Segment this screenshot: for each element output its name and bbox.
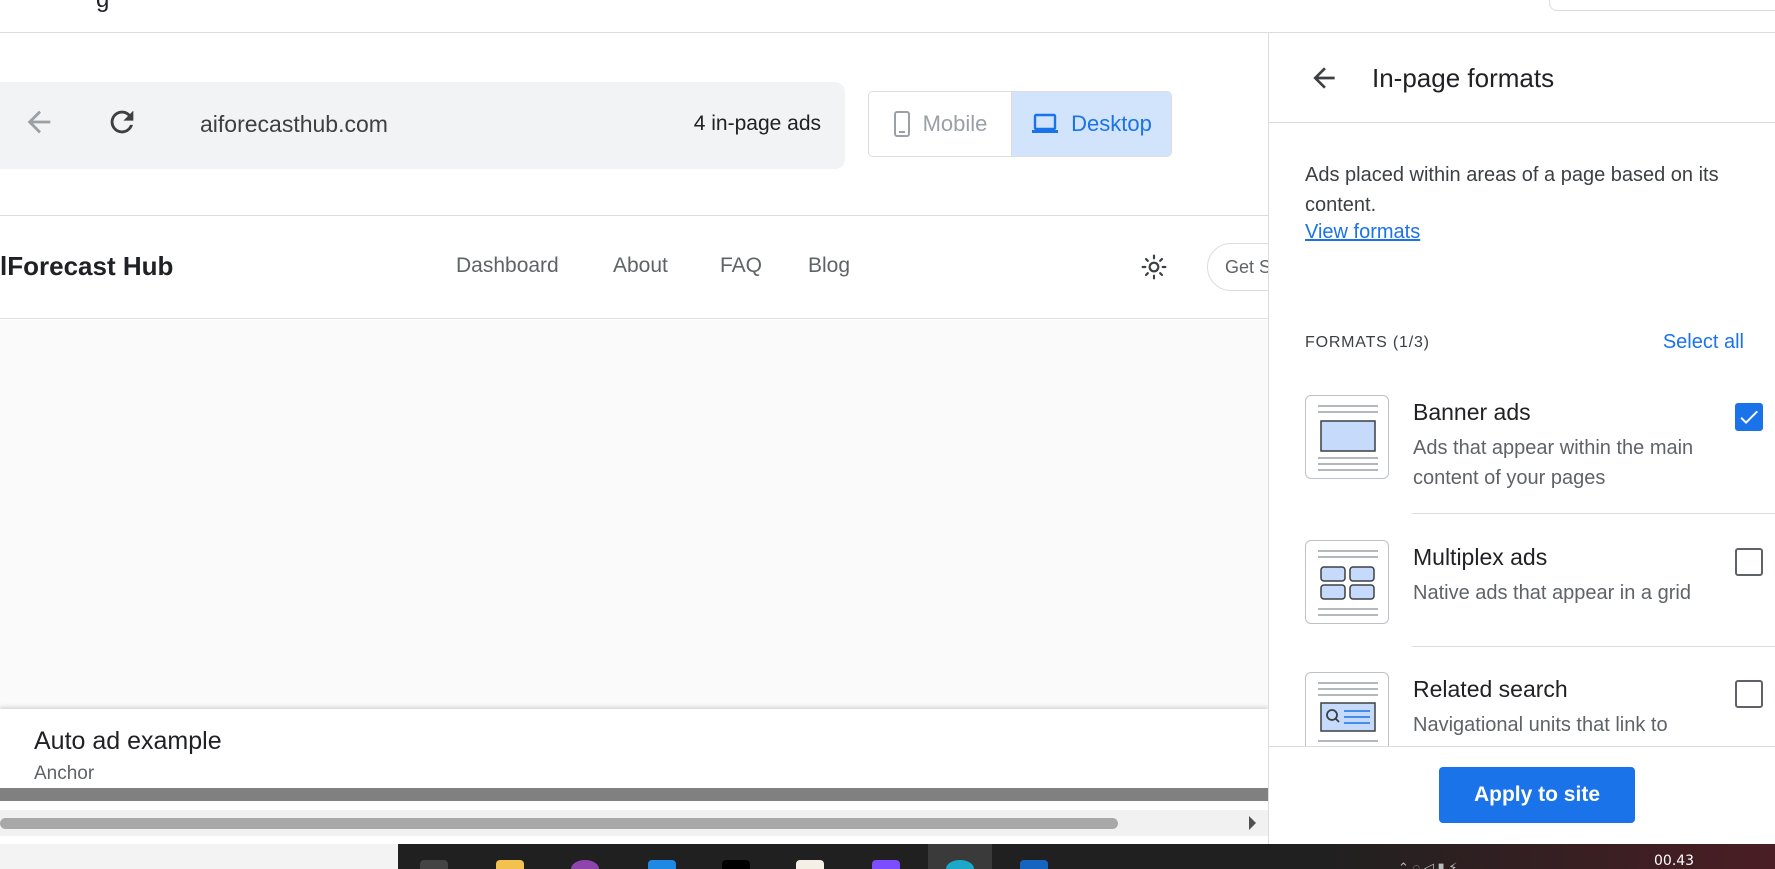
app-icon[interactable] [722,860,750,869]
panel-title: In-page formats [1372,63,1555,93]
related-search-checkbox[interactable] [1735,680,1763,708]
taskbar-tray-area [1320,844,1775,869]
app-window: g aiforecasthub.com 4 in-page ads Mobile [0,0,1775,869]
nav-faq[interactable]: FAQ [720,254,762,278]
anchor-ad-title: Auto ad example [34,727,222,755]
panel-header: In-page formats [1269,33,1775,123]
outlook-icon[interactable] [1020,860,1048,869]
tray-icons[interactable]: ⌃ ◌ ◁ ▮ ⚡ [1398,860,1457,869]
anchor-ad-bar [0,788,1268,801]
multiplex-ads-checkbox[interactable] [1735,548,1763,576]
related-search-thumbnail [1305,672,1389,756]
ad-count: 4 in-page ads [693,112,821,135]
taskbar-search-box[interactable] [0,844,398,869]
laptop-icon [1032,113,1059,133]
multiplex-ads-description: Native ads that appear in a grid [1413,582,1691,604]
banner-ads-description: Ads that appear within the main content … [1413,437,1694,489]
panel-description: Ads placed within areas of a page based … [1305,164,1719,216]
sun-icon[interactable] [1141,254,1167,280]
app-icon[interactable] [571,860,599,869]
multiplex-ads-title: Multiplex ads [1413,544,1548,570]
get-started-button[interactable]: Get S [1207,243,1268,291]
reload-icon[interactable] [105,105,139,139]
cut-off-search-box[interactable] [1549,0,1775,11]
nav-dashboard[interactable]: Dashboard [456,254,559,278]
site-logo[interactable]: lForecast Hub [0,251,173,282]
scroll-right-arrow-icon[interactable] [1249,816,1256,830]
device-toggle: Mobile Desktop [868,91,1172,157]
nav-about[interactable]: About [613,254,668,278]
view-formats-link[interactable]: View formats [1305,221,1420,244]
banner-ads-thumbnail [1305,395,1389,479]
nav-blog[interactable]: Blog [808,254,850,278]
phone-icon [893,111,910,137]
task-view-icon[interactable] [420,860,448,869]
desktop-toggle-button[interactable]: Desktop [1012,92,1171,156]
anchor-ad[interactable]: Auto ad example Anchor [0,709,1268,801]
preview-url: aiforecasthub.com [200,111,388,137]
cut-off-title: g [96,0,109,14]
back-arrow-icon[interactable] [22,105,56,139]
file-explorer-icon[interactable] [496,860,524,869]
app-icon[interactable] [796,860,824,869]
desktop-label: Desktop [1071,111,1152,136]
formats-panel: In-page formats Ads placed within areas … [1268,33,1775,844]
formats-label: FORMATS (1/3) [1305,334,1430,351]
top-strip: g [0,0,1775,33]
back-arrow-icon[interactable] [1308,62,1340,94]
panel-footer: Apply to site [1269,746,1775,844]
format-separator [1412,513,1775,514]
related-search-title: Related search [1413,676,1568,702]
format-separator [1412,646,1775,647]
mobile-toggle-button[interactable]: Mobile [869,92,1012,156]
scrollbar-thumb[interactable] [0,818,1118,829]
multiplex-ads-thumbnail [1305,540,1389,624]
anchor-ad-subtitle: Anchor [34,763,95,784]
apply-to-site-button[interactable]: Apply to site [1439,767,1635,823]
banner-ads-title: Banner ads [1413,399,1531,425]
horizontal-scrollbar[interactable] [0,810,1268,836]
preview-body [0,320,1268,709]
vscode-icon[interactable] [648,860,676,869]
checkmark-icon [1740,410,1758,424]
preview-area: aiforecasthub.com 4 in-page ads Mobile D… [0,33,1268,844]
site-header: lForecast Hub Dashboard About FAQ Blog G… [0,216,1268,319]
banner-ads-checkbox[interactable] [1735,403,1763,431]
app-icon[interactable] [872,860,900,869]
select-all-link[interactable]: Select all [1663,331,1744,354]
taskbar-clock[interactable]: 00.43 [1654,853,1694,869]
taskbar: ⌃ ◌ ◁ ▮ ⚡ 00.43 [0,844,1775,869]
mobile-label: Mobile [922,111,988,136]
